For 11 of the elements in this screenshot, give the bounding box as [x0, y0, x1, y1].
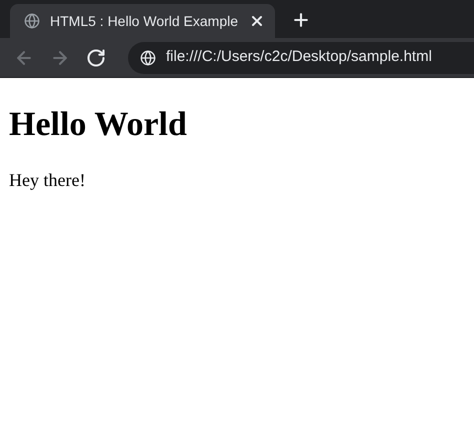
reload-icon[interactable]: [86, 48, 106, 68]
globe-icon: [24, 13, 40, 29]
new-tab-icon[interactable]: [291, 10, 311, 30]
address-bar[interactable]: file:///C:/Users/c2c/Desktop/sample.html: [128, 42, 474, 74]
globe-icon: [140, 50, 156, 66]
page-heading: Hello World: [9, 105, 188, 145]
tab-title: HTML5 : Hello World Example: [50, 12, 239, 31]
browser-tab[interactable]: HTML5 : Hello World Example: [10, 4, 275, 38]
page-paragraph: Hey there!: [9, 168, 86, 192]
url-text: file:///C:/Users/c2c/Desktop/sample.html: [166, 47, 432, 68]
close-icon[interactable]: [249, 13, 265, 29]
